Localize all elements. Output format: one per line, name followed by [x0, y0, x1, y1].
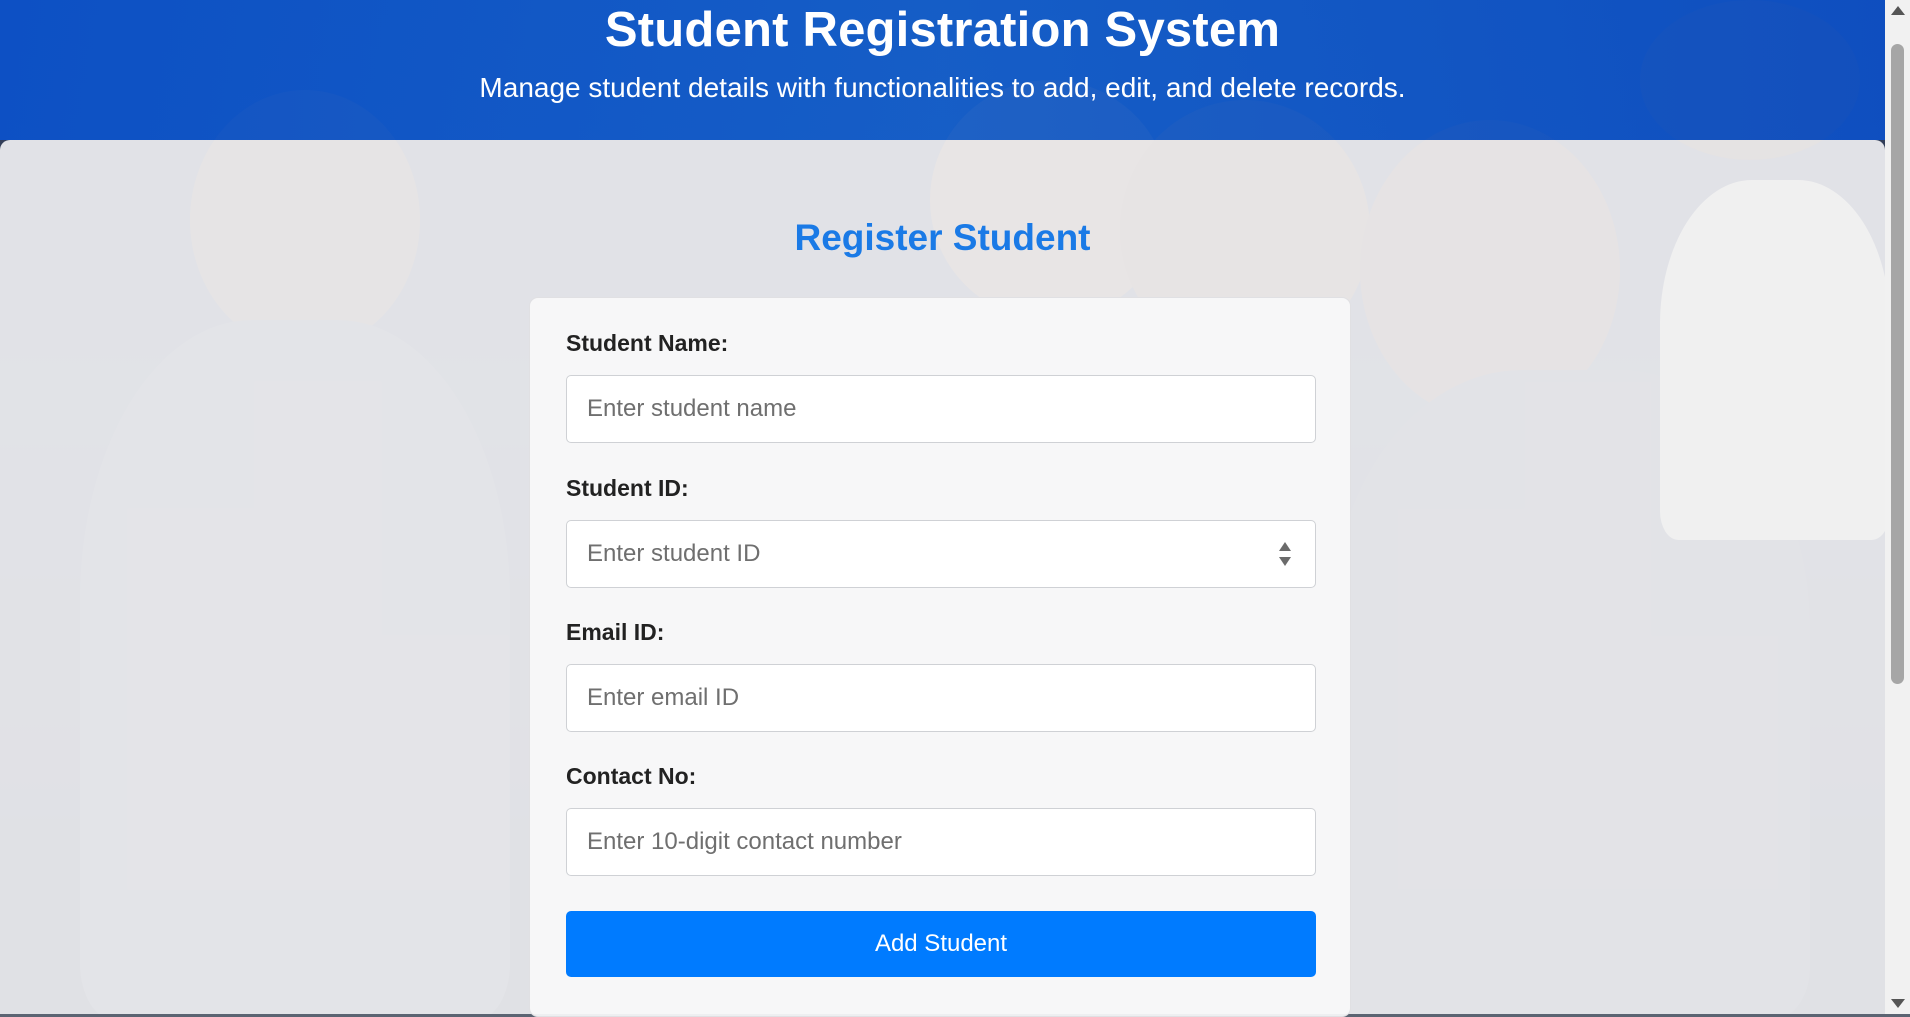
registration-form: Student Name: Student ID: Email ID: Cont… — [529, 297, 1351, 1017]
student-name-label: Student Name: — [566, 330, 729, 356]
scrollbar-thumb[interactable] — [1891, 44, 1904, 684]
scroll-down-arrow-icon[interactable] — [1891, 999, 1905, 1008]
student-name-input[interactable] — [566, 375, 1316, 443]
email-label: Email ID: — [566, 619, 665, 645]
number-spinner-icon[interactable] — [1278, 540, 1292, 568]
page-title: Student Registration System — [604, 3, 1281, 57]
form-heading: Register Student — [794, 217, 1091, 258]
page-subtitle: Manage student details with functionalit… — [479, 72, 1406, 103]
email-input[interactable] — [566, 664, 1316, 732]
student-id-input[interactable] — [566, 520, 1316, 588]
contact-label: Contact No: — [566, 763, 697, 789]
scroll-up-arrow-icon[interactable] — [1891, 6, 1905, 15]
page-header: Student Registration System Manage stude… — [0, 0, 1885, 140]
student-id-wrapper — [566, 520, 1316, 588]
student-id-label: Student ID: — [566, 475, 689, 501]
contact-input[interactable] — [566, 808, 1316, 876]
main-content: Register Student Student Name: Student I… — [0, 140, 1885, 1017]
vertical-scrollbar[interactable] — [1885, 0, 1910, 1014]
add-student-button[interactable]: Add Student — [566, 911, 1316, 977]
